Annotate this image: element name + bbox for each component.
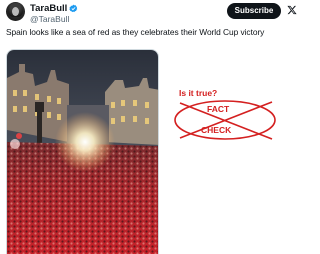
x-logo-icon[interactable] xyxy=(287,5,297,15)
subscribe-button[interactable]: Subscribe xyxy=(227,3,281,19)
avatar-face xyxy=(12,7,19,16)
fact-label: FACT xyxy=(207,104,230,114)
crowd-photo-image xyxy=(7,50,158,254)
author-handle[interactable]: @TaraBull xyxy=(30,14,69,24)
tweet-photo[interactable] xyxy=(6,49,159,254)
check-label: CHECK xyxy=(201,125,232,135)
author-name-text: TaraBull xyxy=(30,3,68,14)
author-avatar[interactable] xyxy=(6,2,25,21)
is-it-true-label: Is it true? xyxy=(179,88,218,98)
verified-badge-icon xyxy=(69,4,78,13)
tweet-text: Spain looks like a sea of red as they ce… xyxy=(6,27,265,37)
author-name[interactable]: TaraBull xyxy=(30,3,78,14)
